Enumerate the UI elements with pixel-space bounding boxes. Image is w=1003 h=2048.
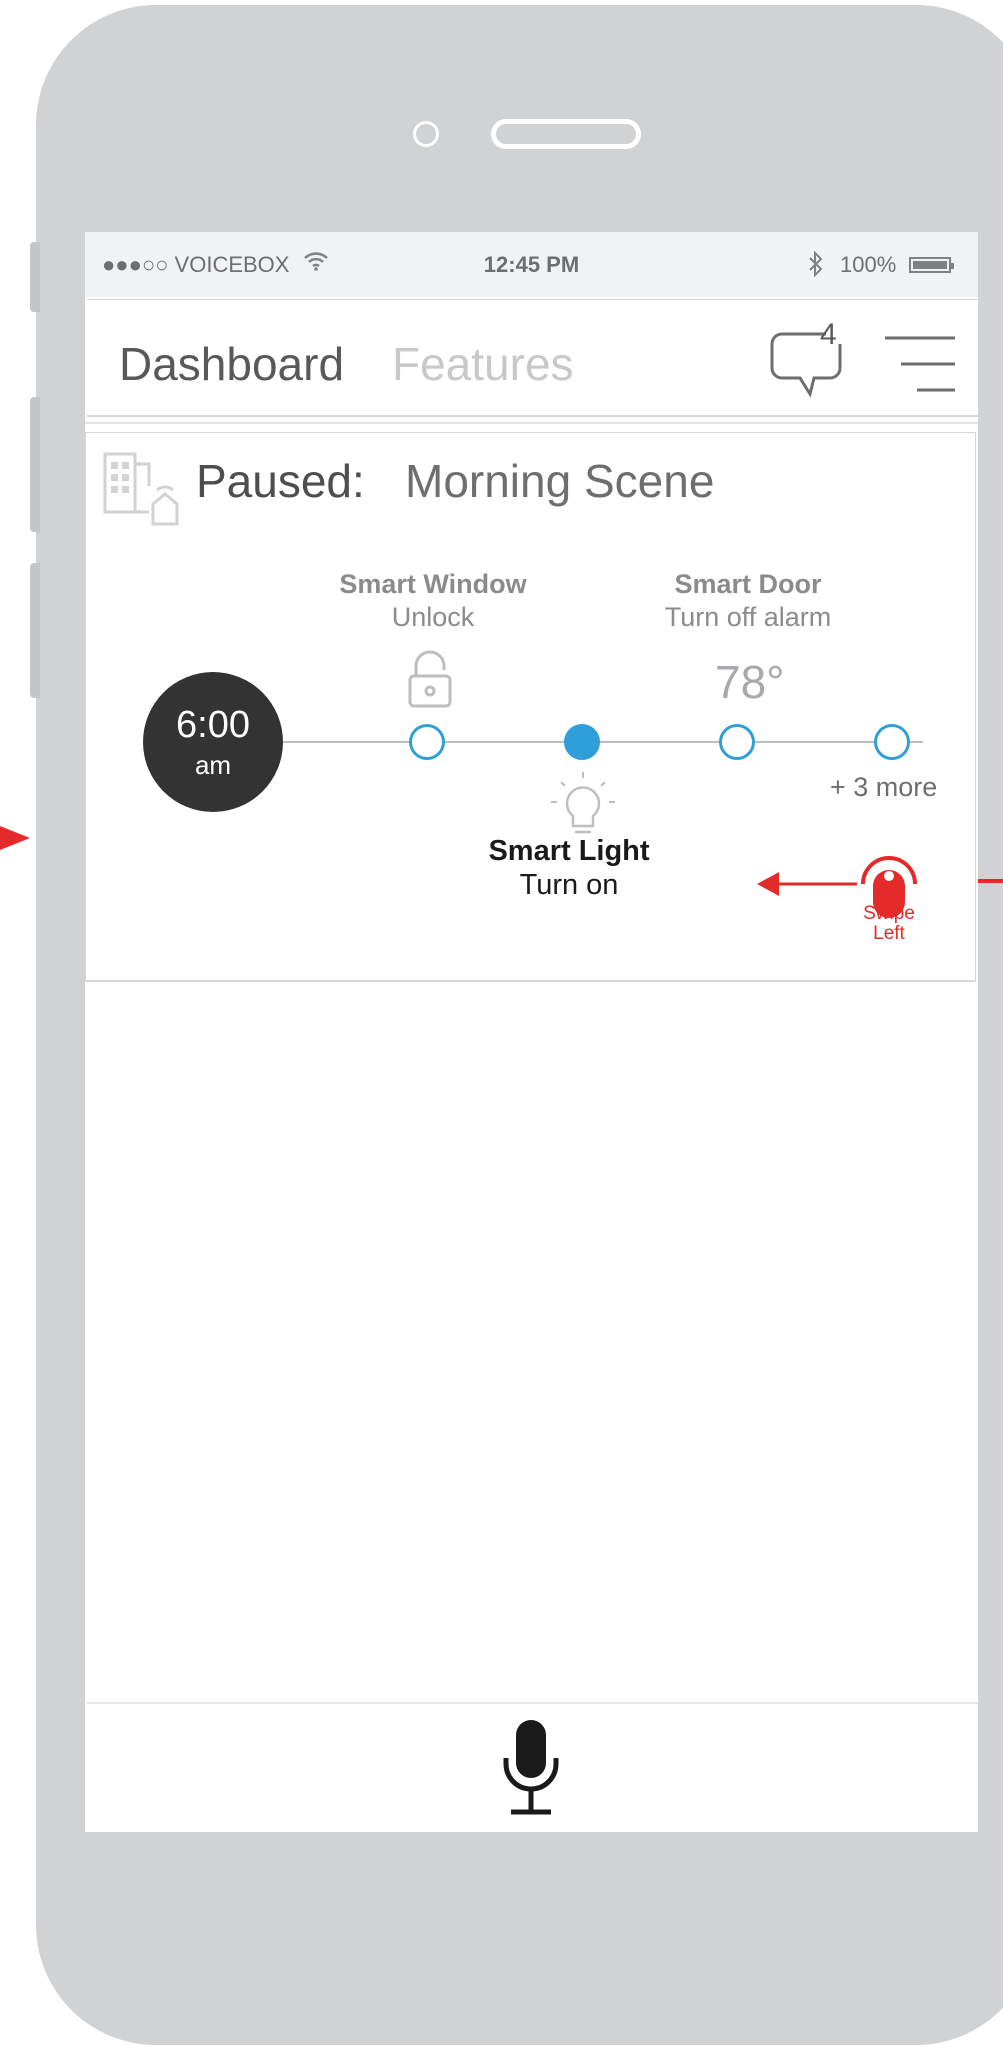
device-action-door: Turn off alarm (664, 602, 832, 632)
swipe-hint-label: Swipe Left (859, 904, 919, 944)
battery-percent: 100% (840, 252, 897, 277)
scene-timeline (283, 741, 923, 743)
device-name-window: Smart Window (339, 569, 527, 599)
phone-screen: ●●●○○ VOICEBOX 12:45 PM 100% Dashboard F… (85, 232, 978, 1832)
more-devices-link[interactable]: + 3 more (830, 772, 937, 803)
microphone-icon[interactable] (501, 1718, 561, 1818)
top-nav: Dashboard Features 4 (87, 299, 978, 417)
start-time-value: 6:00 (176, 704, 250, 746)
timeline-node-door[interactable] (719, 724, 755, 760)
device-name-light: Smart Light (488, 835, 650, 867)
scene-status: Paused: (196, 455, 365, 507)
scene-start-time[interactable]: 6:00 am (143, 672, 283, 812)
timeline-node-window[interactable] (409, 724, 445, 760)
bluetooth-icon (809, 251, 823, 277)
divider (85, 422, 978, 424)
light-bulb-icon (551, 772, 615, 834)
phone-volume-down-button (30, 563, 40, 698)
start-time-period: am (194, 750, 232, 780)
notification-count: 4 (820, 318, 837, 351)
device-action-window: Unlock (391, 602, 475, 632)
earpiece-speaker (491, 119, 641, 149)
chat-bubble-icon[interactable] (770, 330, 852, 398)
smart-home-building-icon (103, 452, 179, 526)
swipe-hint-line2: Left (873, 923, 905, 944)
status-bar: ●●●○○ VOICEBOX 12:45 PM 100% (85, 232, 978, 297)
timeline-node-light[interactable] (564, 724, 600, 760)
battery-icon (909, 257, 954, 273)
swipe-hint-line1: Swipe (863, 903, 915, 924)
device-name-door: Smart Door (674, 569, 822, 599)
tab-features[interactable]: Features (392, 337, 574, 391)
voice-input-bar (87, 1702, 978, 1832)
lock-icon (408, 650, 452, 708)
timeline-node-more[interactable] (874, 724, 910, 760)
phone-volume-up-button (30, 397, 40, 532)
device-action-light: Turn on (519, 869, 619, 901)
temperature-value: 78° (715, 656, 785, 708)
scene-name: Morning Scene (405, 455, 715, 507)
front-camera (413, 121, 439, 147)
menu-icon[interactable] (885, 334, 955, 394)
tab-dashboard[interactable]: Dashboard (119, 337, 344, 391)
phone-side-button (30, 242, 40, 312)
annotation-arrow-right-icon (0, 826, 30, 850)
